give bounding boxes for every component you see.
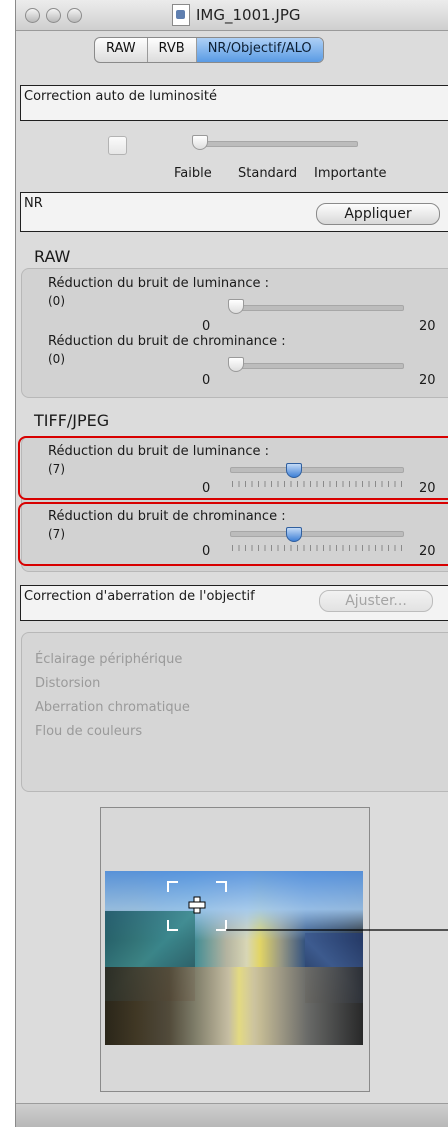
lens-option-peripheral: Éclairage périphérique <box>35 652 183 667</box>
lens-header-label: Correction d'aberration de l'objectif <box>24 589 255 604</box>
tiff-chrominance-min: 0 <box>202 544 211 559</box>
tab-bar: RAW RVB NR/Objectif/ALO <box>94 37 324 63</box>
adjust-button[interactable]: Ajuster... <box>319 590 433 612</box>
lens-option-chromatic: Aberration chromatique <box>35 700 190 715</box>
raw-luminance-label: Réduction du bruit de luminance : <box>48 276 270 291</box>
image-file-icon <box>172 4 190 26</box>
zoom-window-button[interactable] <box>67 8 82 23</box>
raw-section-title: RAW <box>34 247 71 266</box>
alo-enable-checkbox[interactable] <box>108 136 127 155</box>
tiff-chrominance-ticks <box>232 545 402 551</box>
alo-level-standard: Standard <box>238 166 298 181</box>
apply-button[interactable]: Appliquer <box>316 203 440 225</box>
raw-chrominance-max: 20 <box>419 373 436 388</box>
raw-luminance-max: 20 <box>419 319 436 334</box>
thumbnail-ground <box>105 966 363 1045</box>
crosshair-icon <box>188 896 206 914</box>
af-frame-corner-icon <box>167 920 178 931</box>
tiff-luminance-label: Réduction du bruit de luminance : <box>48 444 270 459</box>
raw-chrominance-min: 0 <box>202 373 211 388</box>
raw-luminance-value: (0) <box>48 294 65 308</box>
focus-point-overlay <box>167 881 448 931</box>
window-title: IMG_1001.JPG <box>196 6 301 24</box>
tiff-luminance-slider-track[interactable] <box>230 467 404 473</box>
raw-chrominance-label: Réduction du bruit de chrominance : <box>48 334 286 349</box>
tiff-luminance-value: (7) <box>48 462 65 476</box>
af-frame-corner-icon <box>167 881 178 892</box>
tiff-chrominance-value: (7) <box>48 527 65 541</box>
minimize-window-button[interactable] <box>46 8 61 23</box>
lens-option-color-blur: Flou de couleurs <box>35 724 143 739</box>
tiff-luminance-ticks <box>232 481 402 487</box>
window-bottom-bar <box>16 1103 448 1127</box>
tool-palette-window: IMG_1001.JPG RAW RVB NR/Objectif/ALO Cor… <box>15 0 448 1127</box>
alo-level-importante: Importante <box>314 166 387 181</box>
raw-chrominance-slider-track[interactable] <box>230 363 404 369</box>
alo-slider-thumb[interactable] <box>192 135 208 150</box>
tiff-luminance-max: 20 <box>419 481 436 496</box>
alo-section-header: Correction auto de luminosité <box>20 85 448 121</box>
tiff-chrominance-slider-track[interactable] <box>230 531 404 537</box>
raw-chrominance-value: (0) <box>48 352 65 366</box>
raw-luminance-slider-track[interactable] <box>230 305 404 311</box>
alo-slider-track[interactable] <box>194 141 358 147</box>
title-bar: IMG_1001.JPG <box>16 0 448 31</box>
tiff-jpeg-section-title: TIFF/JPEG <box>34 411 110 430</box>
tab-nr-objectif-alo[interactable]: NR/Objectif/ALO <box>196 38 323 62</box>
lens-option-distortion: Distorsion <box>35 676 101 691</box>
af-frame-corner-icon <box>216 920 227 931</box>
tiff-chrominance-max: 20 <box>419 544 436 559</box>
alo-header-label: Correction auto de luminosité <box>24 89 217 104</box>
raw-luminance-min: 0 <box>202 319 211 334</box>
af-frame-corner-icon <box>216 881 227 892</box>
tiff-luminance-min: 0 <box>202 481 211 496</box>
close-window-button[interactable] <box>25 8 40 23</box>
nr-header-label: NR <box>24 196 43 211</box>
tab-raw[interactable]: RAW <box>95 38 148 62</box>
tiff-chrominance-label: Réduction du bruit de chrominance : <box>48 509 286 524</box>
tab-rvb[interactable]: RVB <box>148 38 197 62</box>
alo-level-faible: Faible <box>174 166 212 181</box>
